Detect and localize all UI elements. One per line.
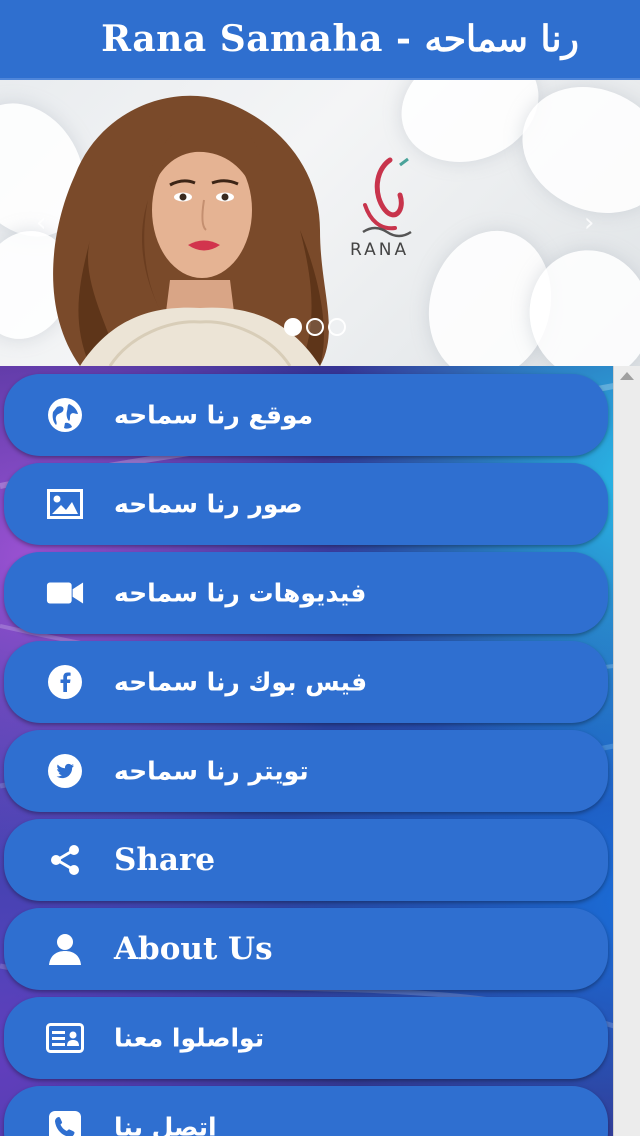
phone-icon [46,1108,84,1136]
image-icon [46,485,84,523]
menu-item-label: صور رنا سماحه [114,489,303,519]
facebook-icon [46,663,84,701]
menu-item-label: تواصلوا معنا [114,1023,265,1053]
slider-dot[interactable] [306,318,324,336]
menu-item-videos[interactable]: فيديوهات رنا سماحه [4,552,608,634]
scroll-up-arrow-icon[interactable] [620,372,634,380]
app-header: Rana Samaha - رنا سماحه [0,0,640,80]
menu-item-label: فيديوهات رنا سماحه [114,578,367,608]
share-icon [46,841,84,879]
contact-card-icon [46,1019,84,1057]
menu-area: موقع رنا سماحه صور رنا سماحه فيديوهات رن… [0,366,640,1136]
slider-dot[interactable] [284,318,302,336]
slider-dot[interactable] [328,318,346,336]
image-slider[interactable]: RANA ‹ › [0,80,640,366]
video-camera-icon [46,574,84,612]
twitter-icon [46,752,84,790]
menu-item-label: اتصل بنا [114,1112,217,1136]
user-icon [46,930,84,968]
menu-item-photos[interactable]: صور رنا سماحه [4,463,608,545]
scrollbar[interactable] [613,366,640,1136]
menu-item-label: Share [114,842,216,878]
menu-item-label: About Us [114,931,273,967]
menu-item-facebook[interactable]: فيس بوك رنا سماحه [4,641,608,723]
menu-item-twitter[interactable]: تويتر رنا سماحه [4,730,608,812]
menu-item-label: فيس بوك رنا سماحه [114,667,368,697]
page-title: Rana Samaha - رنا سماحه [101,18,579,60]
menu-list: موقع رنا سماحه صور رنا سماحه فيديوهات رن… [4,374,608,1136]
slider-next-arrow[interactable]: › [584,208,594,238]
logo-text: RANA [350,240,410,260]
menu-item-website[interactable]: موقع رنا سماحه [4,374,608,456]
menu-item-contact-us[interactable]: تواصلوا معنا [4,997,608,1079]
menu-item-about-us[interactable]: About Us [4,908,608,990]
menu-item-label: موقع رنا سماحه [114,400,314,430]
slider-pagination [284,318,346,336]
globe-icon [46,396,84,434]
menu-item-label: تويتر رنا سماحه [114,756,309,786]
menu-item-share[interactable]: Share [4,819,608,901]
menu-item-call-us[interactable]: اتصل بنا [4,1086,608,1136]
slider-prev-arrow[interactable]: ‹ [36,208,46,238]
